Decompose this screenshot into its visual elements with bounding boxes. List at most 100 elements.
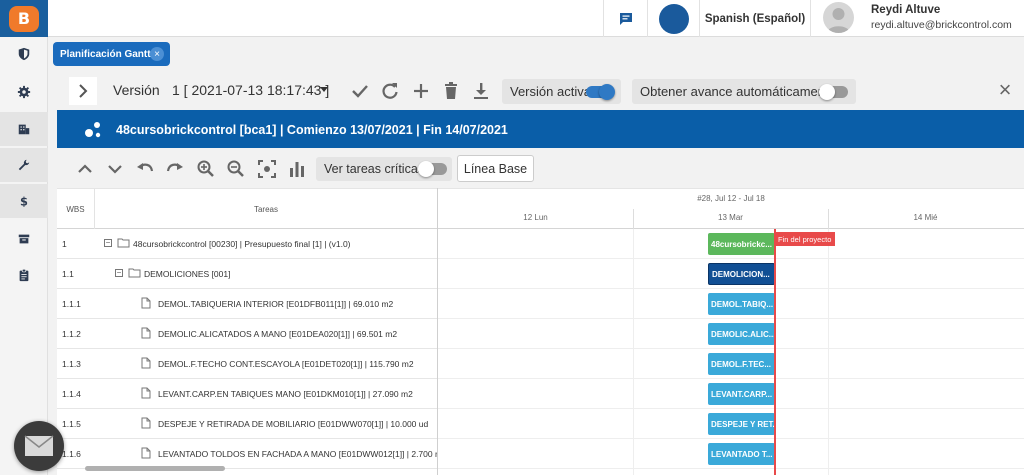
document-icon <box>141 297 151 309</box>
check-icon[interactable] <box>349 80 371 102</box>
top-bar: Spanish (Español) Reydi Altuve reydi.alt… <box>48 0 1024 37</box>
caret-down-icon[interactable] <box>320 87 328 92</box>
archive-icon[interactable] <box>0 222 48 256</box>
gantt-task-bar[interactable]: DEMOL.F.TEC... <box>708 353 775 375</box>
row-wbs: 1.1 <box>62 269 74 279</box>
auto-progress-switch[interactable] <box>819 84 848 100</box>
timeline-header: #28, Jul 12 - Jul 18 12 Lun 13 Mar 14 Mi… <box>438 188 1024 229</box>
collapse-icon[interactable]: − <box>115 269 123 277</box>
chat-button[interactable] <box>603 0 647 37</box>
table-row[interactable]: 1.1.6 LEVANTADO TOLDOS EN FACHADA A MANO … <box>57 439 438 469</box>
gantt-row: LEVANTADO T... <box>438 439 1024 469</box>
table-row[interactable]: 1.1.1 DEMOL.TABIQUERIA INTERIOR [E01DFB01… <box>57 289 437 319</box>
document-icon <box>141 447 151 459</box>
logo-icon: B <box>9 5 39 32</box>
project-header: 48cursobrickcontrol [bca1] | Comienzo 13… <box>57 110 1024 148</box>
version-select[interactable]: 1 [ 2021-07-13 18:17:43 ] <box>172 82 329 98</box>
shield-icon[interactable] <box>0 37 48 71</box>
active-version-label: Versión activa <box>510 84 591 99</box>
row-wbs: 1.1.1 <box>62 299 81 309</box>
gantt-task-bar[interactable]: DEMOLICION... <box>708 263 775 285</box>
critical-tasks-toggle[interactable]: Ver tareas críticas <box>316 157 452 181</box>
row-task-name: DEMOLICIONES [001] <box>144 269 231 279</box>
gantt-row: LEVANT.CARP... <box>438 379 1024 409</box>
gantt-row: DEMOLICION... <box>438 259 1024 289</box>
left-nav-rail: B $ <box>0 0 48 475</box>
app-logo[interactable]: B <box>0 0 48 37</box>
wrench-icon[interactable] <box>0 148 48 182</box>
building-icon[interactable] <box>0 112 48 146</box>
chevron-up-icon[interactable] <box>74 158 96 180</box>
gantt-task-bar[interactable]: LEVANTADO T... <box>708 443 775 465</box>
expand-sidebar-button[interactable] <box>69 77 97 105</box>
column-header-wbs[interactable]: WBS <box>57 189 95 229</box>
column-header-tasks[interactable]: Tareas <box>95 189 437 229</box>
table-row[interactable]: 1.1.3 DEMOL.F.TECHO CONT.ESCAYOLA [E01DET… <box>57 349 437 379</box>
zoom-out-icon[interactable] <box>225 158 247 180</box>
refresh-icon[interactable] <box>379 80 401 102</box>
gantt-task-bar[interactable]: DEMOLIC.ALIC... <box>708 323 775 345</box>
row-task-name: LEVANTADO TOLDOS EN FACHADA A MANO [E01D… <box>158 449 438 459</box>
horizontal-scrollbar[interactable] <box>85 466 225 471</box>
mail-button[interactable] <box>14 421 64 471</box>
table-row[interactable]: 1.1.2 DEMOLIC.ALICATADOS A MANO [E01DEA02… <box>57 319 437 349</box>
gantt-task-bar[interactable]: DEMOL.TABIQ... <box>708 293 775 315</box>
gantt-row: DEMOLIC.ALIC... <box>438 319 1024 349</box>
auto-progress-toggle[interactable]: Obtener avance automáticamente <box>632 79 856 104</box>
row-wbs: 1.1.5 <box>62 419 81 429</box>
clipboard-icon[interactable] <box>0 258 48 292</box>
table-row[interactable]: 1.1.4 LEVANT.CARP.EN TABIQUES MANO [E01DK… <box>57 379 437 409</box>
language-selector[interactable]: Spanish (Español) <box>699 0 810 37</box>
gear-icon[interactable] <box>0 75 48 109</box>
undo-icon[interactable] <box>134 158 156 180</box>
chevron-down-icon[interactable] <box>104 158 126 180</box>
chat-icon <box>619 12 632 25</box>
gantt-task-bar[interactable]: DESPEJE Y RET... <box>708 413 775 435</box>
critical-tasks-switch[interactable] <box>418 161 447 177</box>
table-row[interactable]: 1 − 48cursobrickcontrol [00230] | Presupue… <box>57 229 437 259</box>
fit-screen-icon[interactable] <box>256 158 278 180</box>
globe-icon <box>658 3 689 34</box>
active-version-toggle[interactable]: Versión activa <box>502 79 621 104</box>
gantt-task-bar[interactable]: LEVANT.CARP... <box>708 383 775 405</box>
project-end-marker: Fin del proyecto <box>774 232 836 246</box>
project-title: 48cursobrickcontrol [bca1] | Comienzo 13… <box>116 123 508 137</box>
project-node-icon <box>85 122 101 138</box>
gantt-panel: Versión 1 [ 2021-07-13 18:17:43 ] Versió… <box>57 70 1024 475</box>
row-wbs: 1.1.6 <box>62 449 81 459</box>
table-row[interactable]: 1.1 − DEMOLICIONES [001] <box>57 259 437 289</box>
user-menu[interactable]: Reydi Altuve reydi.altuve@brickcontrol.c… <box>810 0 1024 37</box>
download-icon[interactable] <box>470 80 492 102</box>
zoom-in-icon[interactable] <box>195 158 217 180</box>
dollar-icon[interactable]: $ <box>0 184 48 218</box>
language-globe-button[interactable] <box>647 0 699 37</box>
row-task-name: DEMOL.F.TECHO CONT.ESCAYOLA [E01DET020[1… <box>158 359 414 369</box>
gantt-row: DEMOL.TABIQ... <box>438 289 1024 319</box>
document-icon <box>141 387 151 399</box>
bar-chart-icon[interactable] <box>286 158 308 180</box>
grid-header: WBS Tareas <box>57 188 437 229</box>
redo-icon[interactable] <box>164 158 186 180</box>
project-end-line <box>774 229 776 475</box>
day-label: 13 Mar <box>718 213 743 222</box>
active-version-switch[interactable] <box>586 84 615 100</box>
collapse-icon[interactable]: − <box>104 239 112 247</box>
user-email: reydi.altuve@brickcontrol.com <box>871 19 1012 31</box>
gantt-task-bar[interactable]: 48cursobrickc... <box>708 233 775 255</box>
row-task-name: DESPEJE Y RETIRADA DE MOBILIARIO [E01DWW… <box>158 419 429 429</box>
baseline-button[interactable]: Línea Base <box>457 155 534 182</box>
close-panel-icon[interactable]: × <box>994 79 1016 102</box>
svg-text:$: $ <box>20 194 28 208</box>
trash-icon[interactable] <box>440 80 462 102</box>
avatar <box>823 2 854 33</box>
tab-planificacion-gantt[interactable]: Planificación Gantt × <box>53 42 170 66</box>
table-row[interactable]: 1.1.5 DESPEJE Y RETIRADA DE MOBILIARIO [E… <box>57 409 437 439</box>
row-task-name: DEMOL.TABIQUERIA INTERIOR [E01DFB011[1]]… <box>158 299 394 309</box>
version-toolbar: Versión 1 [ 2021-07-13 18:17:43 ] Versió… <box>57 70 1024 110</box>
gantt-row: DEMOL.F.TEC... <box>438 349 1024 379</box>
tab-close-icon[interactable]: × <box>150 47 164 61</box>
day-divider <box>828 209 829 229</box>
row-wbs: 1 <box>62 239 67 249</box>
plus-icon[interactable] <box>410 80 432 102</box>
day-label: 12 Lun <box>523 213 548 222</box>
